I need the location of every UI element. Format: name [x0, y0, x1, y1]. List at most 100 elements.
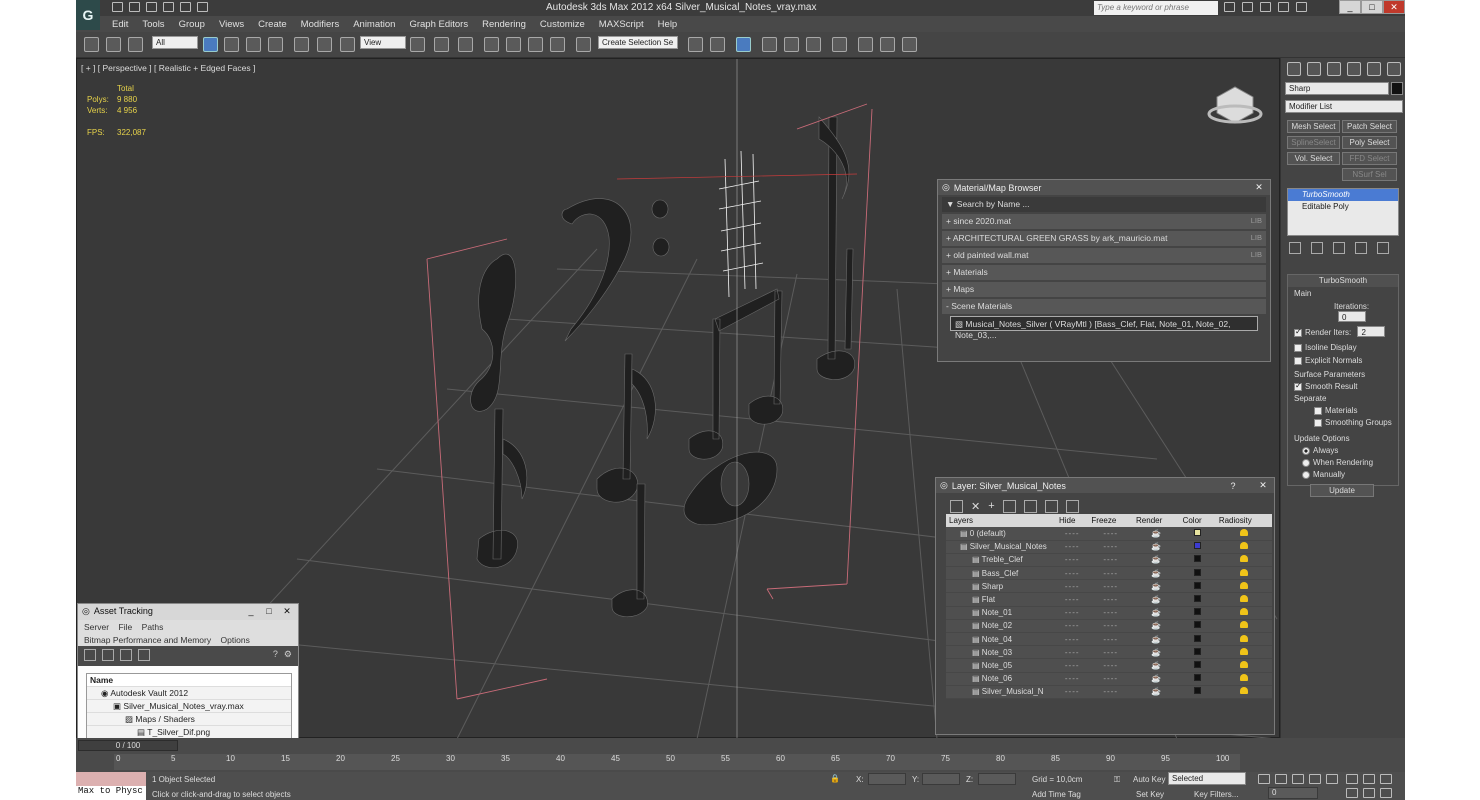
- layer-row[interactable]: ▤ 0 (default) ---- ---- ☕: [946, 527, 1272, 541]
- layer-color-swatch[interactable]: [1194, 621, 1202, 629]
- motion-tab-icon[interactable]: [1347, 62, 1361, 76]
- radiosity-bulb-icon[interactable]: [1239, 674, 1248, 682]
- configure-sets-icon[interactable]: [1377, 242, 1389, 254]
- radiosity-bulb-icon[interactable]: [1239, 660, 1248, 668]
- layer-row[interactable]: ▤ Silver_Musical_Notes ---- ---- ☕: [946, 540, 1272, 554]
- separate-materials-checkbox[interactable]: [1314, 406, 1322, 415]
- layer-row[interactable]: ▤ Bass_Clef ---- ---- ☕: [946, 566, 1272, 581]
- render-teapot-icon[interactable]: ☕: [1151, 529, 1161, 538]
- maxscript-listener-area[interactable]: [76, 772, 146, 786]
- star-icon[interactable]: [1278, 2, 1289, 12]
- layer-hide-toggle[interactable]: ----: [1065, 608, 1080, 617]
- viewcube-icon[interactable]: [1207, 86, 1263, 124]
- layer-name[interactable]: Silver_Musical_Notes: [970, 542, 1047, 551]
- zoom-all-icon[interactable]: [1363, 774, 1375, 784]
- schematic-view-icon[interactable]: [806, 37, 821, 52]
- layer-hide-toggle[interactable]: ----: [1065, 674, 1080, 683]
- col-layers[interactable]: Layers: [946, 514, 1056, 527]
- layer-row[interactable]: ▤ Note_02 ---- ---- ☕: [946, 619, 1272, 634]
- layer-color-swatch[interactable]: [1194, 542, 1202, 550]
- radiosity-bulb-icon[interactable]: [1239, 634, 1248, 642]
- layer-name[interactable]: Treble_Clef: [982, 555, 1023, 564]
- render-setup-icon[interactable]: [858, 37, 873, 52]
- perspective-viewport[interactable]: [ + ] [ Perspective ] [ Realistic + Edge…: [76, 58, 1280, 793]
- modify-tab-icon[interactable]: [1307, 62, 1321, 76]
- help-icon[interactable]: ?: [273, 649, 278, 663]
- percent-snap-icon[interactable]: [528, 37, 543, 52]
- asset-menu-file[interactable]: File: [119, 622, 133, 632]
- unlink-icon[interactable]: [106, 37, 121, 52]
- layer-freeze-toggle[interactable]: ----: [1103, 648, 1118, 657]
- make-unique-icon[interactable]: [1333, 242, 1345, 254]
- iterations-spinner[interactable]: 0: [1338, 311, 1366, 322]
- layer-row[interactable]: ▤ Note_05 ---- ---- ☕: [946, 658, 1272, 673]
- render-iters-checkbox[interactable]: [1294, 328, 1302, 337]
- zoom-icon[interactable]: [1346, 774, 1358, 784]
- col-freeze[interactable]: Freeze: [1088, 514, 1134, 527]
- mirror-icon[interactable]: [688, 37, 703, 52]
- radiosity-bulb-icon[interactable]: [1239, 528, 1248, 536]
- modifier-list-dropdown[interactable]: Modifier List: [1285, 100, 1403, 113]
- layer-freeze-toggle[interactable]: ----: [1103, 595, 1118, 604]
- undo-icon[interactable]: [163, 2, 174, 12]
- curve-editor-icon[interactable]: [784, 37, 799, 52]
- utilities-tab-icon[interactable]: [1387, 62, 1401, 76]
- layer-hide-toggle[interactable]: ----: [1065, 648, 1080, 657]
- material-editor-icon[interactable]: [832, 37, 847, 52]
- maxscript-mini-listener[interactable]: Max to Physc: [76, 786, 146, 800]
- keyboard-shortcut-icon[interactable]: [458, 37, 473, 52]
- highlight-layer-icon[interactable]: [1023, 500, 1037, 513]
- layer-color-swatch[interactable]: [1194, 608, 1202, 616]
- asset-menu-paths[interactable]: Paths: [142, 622, 164, 632]
- list-view-icon[interactable]: [102, 649, 114, 661]
- thumbnail-view-icon[interactable]: [120, 649, 132, 661]
- go-to-start-icon[interactable]: [1258, 774, 1270, 784]
- radiosity-bulb-icon[interactable]: [1239, 542, 1248, 550]
- layer-color-swatch[interactable]: [1194, 687, 1202, 695]
- named-selection-dropdown[interactable]: Create Selection Se: [598, 36, 678, 49]
- scale-icon[interactable]: [340, 37, 355, 52]
- asset-close-button[interactable]: ✕: [280, 606, 294, 618]
- time-slider[interactable]: 0 / 100: [78, 740, 178, 751]
- pin-stack-icon[interactable]: [1289, 242, 1301, 254]
- smooth-result-checkbox[interactable]: [1294, 382, 1302, 391]
- spinner-snap-icon[interactable]: [550, 37, 565, 52]
- radiosity-bulb-icon[interactable]: [1239, 568, 1248, 576]
- render-teapot-icon[interactable]: ☕: [1151, 595, 1161, 604]
- auto-key-button[interactable]: Auto Key: [1133, 775, 1165, 784]
- material-library-row[interactable]: + old painted wall.mat LIB: [942, 248, 1266, 263]
- move-icon[interactable]: [294, 37, 309, 52]
- layer-hide-toggle[interactable]: ----: [1065, 661, 1080, 670]
- layer-freeze-toggle[interactable]: ----: [1103, 674, 1118, 683]
- key-filters-button[interactable]: Key Filters...: [1194, 790, 1238, 799]
- col-render[interactable]: Render: [1133, 514, 1180, 527]
- layer-color-swatch[interactable]: [1194, 595, 1202, 603]
- layer-row[interactable]: ▤ Note_03 ---- ---- ☕: [946, 645, 1272, 660]
- asset-minimize-button[interactable]: _: [244, 606, 258, 618]
- layer-hide-toggle[interactable]: ----: [1065, 687, 1080, 696]
- add-time-tag[interactable]: Add Time Tag: [1032, 790, 1081, 799]
- x-coordinate-field[interactable]: [868, 773, 906, 785]
- pan-hand-icon[interactable]: [1363, 788, 1375, 798]
- nsurf-sel-button[interactable]: NSurf Sel: [1342, 168, 1397, 181]
- menu-edit[interactable]: Edit: [112, 19, 128, 30]
- maps-group-row[interactable]: + Maps: [942, 282, 1266, 297]
- layer-row[interactable]: ▤ Note_01 ---- ---- ☕: [946, 606, 1272, 620]
- asset-menu-bitmap-performance[interactable]: Bitmap Performance and Memory: [84, 635, 211, 645]
- create-layer-icon[interactable]: [950, 500, 963, 513]
- layer-hide-toggle[interactable]: ----: [1065, 621, 1080, 630]
- update-always-radio[interactable]: [1302, 446, 1310, 455]
- layer-freeze-toggle[interactable]: ----: [1103, 569, 1118, 578]
- select-objects-icon[interactable]: [1002, 500, 1016, 513]
- scene-material-item[interactable]: ▧ Musical_Notes_Silver ( VRayMtl ) [Bass…: [950, 316, 1258, 340]
- update-manually-radio[interactable]: [1302, 470, 1310, 479]
- radiosity-bulb-icon[interactable]: [1239, 687, 1248, 695]
- layer-manager-titlebar[interactable]: ◎ Layer: Silver_Musical_Notes ? ✕: [936, 478, 1274, 493]
- layer-name[interactable]: Silver_Musical_N: [982, 687, 1044, 696]
- new-file-icon[interactable]: [112, 2, 123, 12]
- display-tab-icon[interactable]: [1367, 62, 1381, 76]
- select-object-icon[interactable]: [203, 37, 218, 52]
- layer-color-swatch[interactable]: [1194, 555, 1202, 563]
- menu-customize[interactable]: Customize: [540, 19, 585, 30]
- hide-all-icon[interactable]: [1044, 500, 1058, 513]
